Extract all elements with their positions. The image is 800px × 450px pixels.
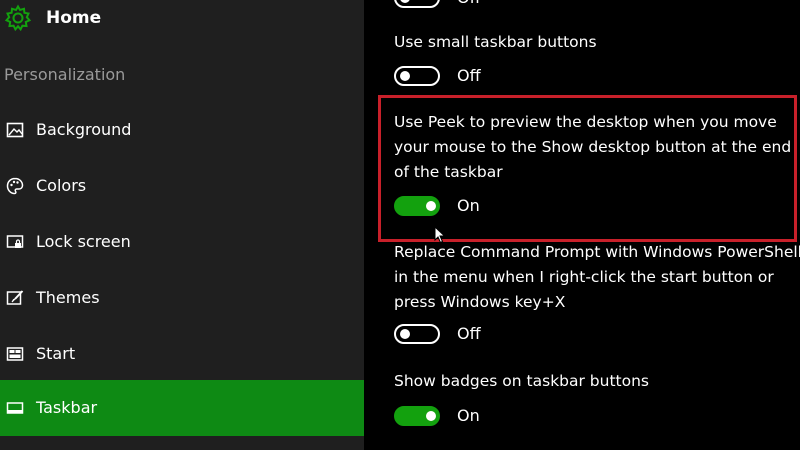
start-icon	[6, 347, 24, 361]
brush-icon	[6, 290, 24, 305]
sidebar-item-label: Start	[36, 344, 76, 363]
sidebar-item-label: Background	[36, 120, 132, 139]
partial-toggle-row[interactable]: Off	[394, 0, 594, 12]
peek-toggle-row[interactable]: On	[394, 194, 594, 220]
mouse-cursor-icon	[434, 226, 446, 244]
sidebar-item-taskbar[interactable]: Taskbar	[0, 380, 364, 436]
setting-label-peek: Use Peek to preview the desktop when you…	[394, 113, 792, 181]
sidebar-item-themes[interactable]: Themes	[0, 270, 364, 326]
powershell-toggle[interactable]	[394, 324, 440, 344]
home-label: Home	[46, 8, 102, 28]
sidebar-item-label: Themes	[36, 288, 100, 307]
toggle-state-label: Off	[457, 0, 481, 9]
sidebar-item-colors[interactable]: Colors	[0, 158, 364, 214]
setting-label-badges: Show badges on taskbar buttons	[394, 372, 650, 390]
home-nav-item[interactable]: Home	[0, 0, 364, 36]
toggle-state-label: On	[457, 196, 480, 215]
sidebar-item-label: Taskbar	[36, 398, 98, 417]
sidebar-item-background[interactable]: Background	[0, 102, 364, 158]
badges-toggle[interactable]	[394, 406, 440, 426]
peek-toggle[interactable]	[394, 196, 440, 216]
badges-toggle-row[interactable]: On	[394, 404, 594, 430]
sidebar-item-label: Lock screen	[36, 232, 131, 251]
sidebar-item-label: Colors	[36, 176, 87, 195]
toggle-knob	[426, 411, 436, 421]
palette-icon	[6, 177, 24, 195]
taskbar-icon	[6, 402, 24, 414]
settings-pane: Off Use small taskbar buttons Off Use Pe…	[364, 0, 800, 450]
sidebar: Home Personalization Background Colors L…	[0, 0, 364, 450]
setting-label-small-buttons: Use small taskbar buttons	[394, 33, 597, 51]
toggle-knob	[400, 0, 410, 3]
sidebar-item-lock-screen[interactable]: Lock screen	[0, 214, 364, 270]
settings-window: Home Personalization Background Colors L…	[0, 0, 800, 450]
small-buttons-toggle[interactable]	[394, 66, 440, 86]
toggle-knob	[400, 329, 410, 339]
setting-label-powershell: Replace Command Prompt with Windows Powe…	[394, 243, 800, 311]
powershell-toggle-row[interactable]: Off	[394, 322, 594, 348]
sidebar-item-start[interactable]: Start	[0, 326, 364, 382]
toggle-state-label: Off	[457, 324, 481, 343]
gear-icon	[4, 4, 32, 32]
small-buttons-toggle-row[interactable]: Off	[394, 64, 594, 90]
picture-icon	[6, 122, 24, 138]
toggle-switch[interactable]	[394, 0, 440, 8]
toggle-knob	[400, 71, 410, 81]
toggle-state-label: Off	[457, 66, 481, 85]
toggle-knob	[426, 201, 436, 211]
lock-screen-icon	[6, 235, 24, 248]
section-title: Personalization	[4, 65, 126, 84]
toggle-state-label: On	[457, 406, 480, 425]
